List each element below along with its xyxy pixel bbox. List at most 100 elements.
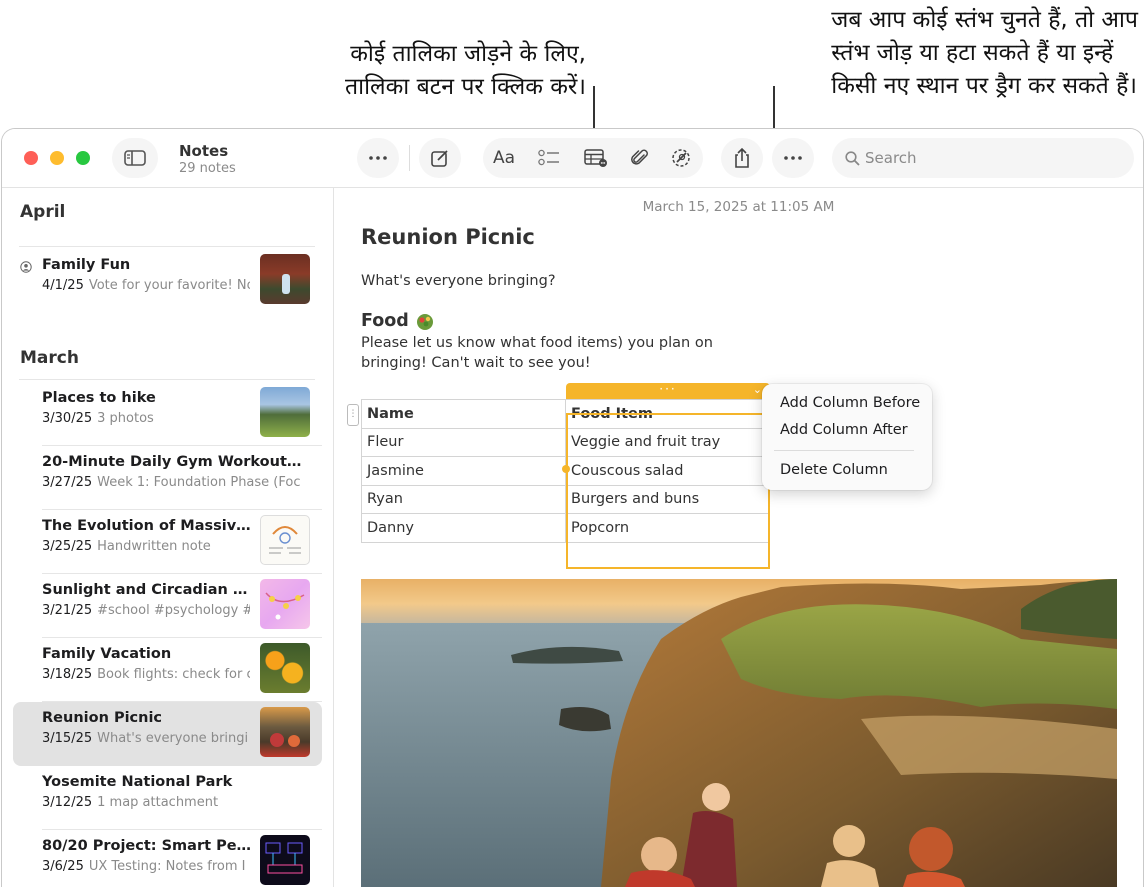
note-thumbnail: [260, 387, 310, 437]
more-icon: [369, 156, 387, 160]
format-text-button[interactable]: Aa: [493, 148, 515, 168]
attachment-icon[interactable]: [631, 148, 649, 168]
note-date: 3/25/25: [42, 539, 93, 554]
zoom-button[interactable]: [76, 151, 90, 165]
coastal-cliff-photo: [361, 579, 1117, 887]
note-preview: 1 map attachment: [97, 795, 219, 810]
note-meta: 3/25/25 Handwritten note: [42, 539, 250, 554]
note-date: 3/18/25: [42, 667, 93, 682]
note-thumbnail: [260, 707, 310, 757]
note-thumbnail: [260, 515, 310, 565]
table-cell[interactable]: Couscous salad: [565, 456, 770, 486]
chevron-down-icon[interactable]: ⌄: [753, 384, 762, 396]
search-icon: [845, 150, 860, 166]
list-item-selected[interactable]: Reunion Picnic 3/15/25 What's everyone br…: [13, 702, 322, 766]
menu-item-add-column-before[interactable]: Add Column Before: [780, 395, 920, 411]
section-heading[interactable]: Food: [361, 311, 435, 331]
note-preview: Week 1: Foundation Phase (Foc: [97, 475, 301, 490]
note-preview: Book flights: check for c: [97, 667, 250, 682]
list-item[interactable]: 80/20 Project: Smart Pet... 3/6/25 UX Tes…: [13, 830, 322, 887]
note-date: 3/15/25: [42, 731, 93, 746]
picnic-photo-attachment[interactable]: [361, 579, 1117, 887]
table-icon[interactable]: [584, 148, 608, 168]
toolbar-divider: [409, 145, 410, 171]
table-cell[interactable]: Jasmine: [361, 456, 566, 486]
table-cell[interactable]: Veggie and fruit tray: [565, 427, 770, 457]
menu-divider: [774, 450, 914, 451]
note-date: 3/6/25: [42, 859, 84, 874]
compose-button[interactable]: [419, 138, 461, 178]
column-drag-handle[interactable]: ··· ⌄: [566, 383, 770, 399]
note-intro-text[interactable]: What's everyone bringing?: [361, 273, 556, 289]
more-icon: [784, 156, 802, 160]
share-icon: [735, 147, 749, 168]
note-title-heading[interactable]: Reunion Picnic: [361, 225, 535, 249]
sidebar-toggle-icon: [124, 150, 146, 166]
sketch-thumbnail: [269, 526, 301, 554]
salad-emoji-icon: [416, 314, 433, 330]
column-resize-handle[interactable]: [562, 465, 570, 473]
notes-sidebar: April Family Fun 4/1/25 Vote for your fav…: [2, 188, 334, 887]
note-title: Yosemite National Park: [42, 774, 233, 790]
minimize-button[interactable]: [50, 151, 64, 165]
note-date: 3/12/25: [42, 795, 93, 810]
list-item[interactable]: Sunlight and Circadian R... 3/21/25 #scho…: [13, 574, 322, 638]
table-header-cell[interactable]: Name: [361, 399, 566, 429]
note-meta: 3/6/25 UX Testing: Notes from I: [42, 859, 250, 874]
format-tools-group: Aa: [483, 138, 703, 178]
search-field[interactable]: Search: [832, 138, 1134, 178]
note-timestamp: March 15, 2025 at 11:05 AM: [642, 199, 835, 215]
note-meta: 3/12/25 1 map attachment: [42, 795, 302, 810]
compose-icon: [431, 150, 448, 167]
column-context-menu: Add Column Before Add Column After Delet…: [762, 384, 932, 490]
menu-item-add-column-after[interactable]: Add Column After: [780, 422, 908, 438]
note-meta: 3/30/25 3 photos: [42, 411, 250, 426]
list-item[interactable]: Yosemite National Park 3/12/25 1 map atta…: [13, 766, 322, 830]
note-preview: What's everyone bringi: [97, 731, 249, 746]
column-handle-dots: ···: [659, 382, 677, 396]
row-drag-handle[interactable]: ⋮: [347, 404, 359, 426]
collaborate-icon[interactable]: [671, 148, 693, 168]
note-title: Family Vacation: [42, 646, 172, 662]
section-divider: [19, 246, 315, 247]
table-cell[interactable]: Popcorn: [565, 513, 770, 543]
menu-item-delete-column[interactable]: Delete Column: [780, 462, 888, 478]
list-item[interactable]: 20-Minute Daily Gym Workout Pl... 3/27/2…: [13, 446, 322, 510]
callout-line-1: कोई तालिका जोड़ने के लिए,: [350, 41, 586, 67]
table-cell[interactable]: Danny: [361, 513, 566, 543]
note-date: 4/1/25: [42, 278, 84, 293]
close-button[interactable]: [24, 151, 38, 165]
section-heading-text: Food: [361, 311, 409, 331]
table-header-cell[interactable]: Food Item: [565, 399, 770, 429]
sidebar-toggle-button[interactable]: [112, 138, 158, 178]
shared-person-icon: [20, 261, 32, 273]
section-heading: March: [20, 348, 79, 368]
checklist-icon[interactable]: [538, 149, 560, 167]
note-count: 29 notes: [179, 161, 236, 176]
table-cell[interactable]: Ryan: [361, 484, 566, 514]
more-options-button[interactable]: [772, 138, 814, 178]
note-title: 20-Minute Daily Gym Workout Pl...: [42, 454, 302, 470]
search-placeholder: Search: [865, 149, 917, 167]
more-button[interactable]: [357, 138, 399, 178]
callout-line-2: स्तंभ जोड़ या हटा सकते हैं या इन्हें: [831, 40, 1114, 66]
share-button[interactable]: [721, 138, 763, 178]
table-cell[interactable]: Burgers and buns: [565, 484, 770, 514]
note-editor[interactable]: March 15, 2025 at 11:05 AM Reunion Picni…: [334, 188, 1143, 887]
note-title: Sunlight and Circadian R...: [42, 582, 257, 598]
note-title: 80/20 Project: Smart Pet...: [42, 838, 257, 854]
section-divider: [19, 379, 315, 380]
callout-column-actions: जब आप कोई स्तंभ चुनते हैं, तो आप स्तंभ ज…: [831, 4, 1138, 103]
wireframe-thumbnail: [265, 842, 303, 874]
table-row: Ryan Burgers and buns: [361, 484, 770, 514]
note-paragraph[interactable]: Please let us know what food items) you …: [361, 334, 781, 373]
list-item[interactable]: Places to hike 3/30/25 3 photos: [13, 382, 322, 446]
table-cell[interactable]: Fleur: [361, 427, 566, 457]
list-item[interactable]: Family Vacation 3/18/25 Book flights: che…: [13, 638, 322, 702]
note-title: Places to hike: [42, 390, 156, 406]
diagram-thumbnail: [265, 592, 305, 620]
table-row: Danny Popcorn: [361, 513, 770, 543]
list-item[interactable]: Family Fun 4/1/25 Vote for your favorite!…: [13, 249, 322, 313]
note-date: 3/27/25: [42, 475, 93, 490]
list-item[interactable]: The Evolution of Massive... 3/25/25 Handw…: [13, 510, 322, 574]
